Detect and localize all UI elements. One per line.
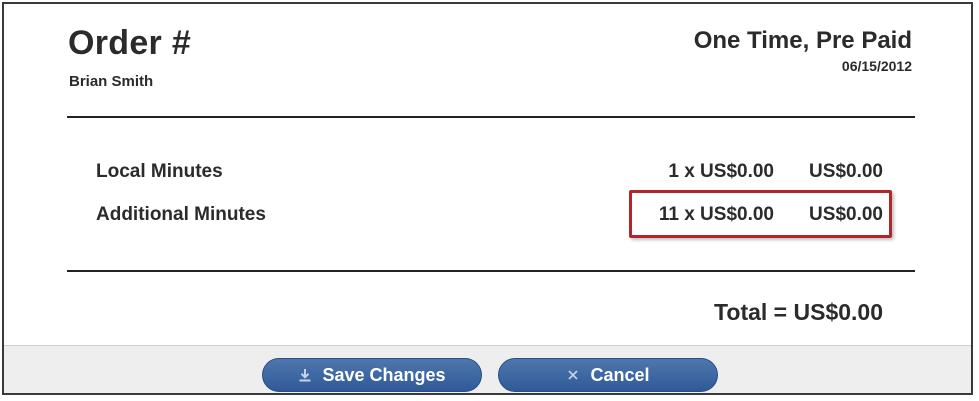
save-changes-label: Save Changes bbox=[322, 364, 446, 385]
download-icon bbox=[298, 368, 312, 382]
dialog-footer: Save Changes Cancel bbox=[4, 345, 971, 393]
line-item-quantity-price: 1 x US$0.00 bbox=[668, 161, 774, 182]
line-item-amount: US$0.00 bbox=[809, 161, 883, 182]
line-item-name: Additional Minutes bbox=[96, 204, 266, 225]
order-date: 06/15/2012 bbox=[841, 58, 912, 74]
order-title: Order # bbox=[68, 24, 192, 62]
close-icon bbox=[566, 368, 580, 382]
order-total: Total = US$0.00 bbox=[714, 299, 883, 325]
cancel-label: Cancel bbox=[590, 364, 650, 385]
customer-name: Brian Smith bbox=[69, 73, 154, 90]
save-changes-button[interactable]: Save Changes bbox=[262, 358, 482, 392]
cancel-button[interactable]: Cancel bbox=[498, 358, 718, 392]
order-type: One Time, Pre Paid bbox=[693, 27, 912, 54]
divider-top bbox=[67, 116, 915, 118]
highlight-annotation-box bbox=[629, 190, 892, 238]
divider-bottom bbox=[67, 270, 915, 272]
line-item-name: Local Minutes bbox=[96, 161, 223, 182]
order-dialog: Order # Brian Smith One Time, Pre Paid 0… bbox=[2, 2, 973, 395]
